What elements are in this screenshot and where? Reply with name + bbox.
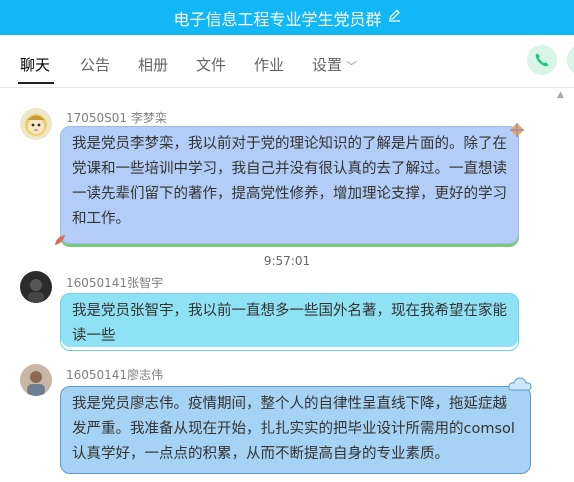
kite-icon — [510, 123, 524, 137]
avatar[interactable] — [20, 271, 52, 303]
tab-homework[interactable]: 作业 — [254, 54, 284, 75]
message-bubble[interactable]: 我是党员廖志伟。疫情期间，整个人的自律性呈直线下降，拖延症越发严重。我准备从现在… — [60, 386, 531, 474]
message-text: 我是党员李梦栾，我以前对于党的理论知识的了解是片面的。除了在党课和一些培训中学习… — [72, 136, 507, 227]
title-bar: 电子信息工程专业学生党员群 — [0, 0, 574, 35]
tab-bar: 聊天 公告 相册 文件 作业 设置 ﹀ — [0, 35, 574, 88]
message-text: 我是党员张智宇，我以前一直想多一些国外名著，现在我希望在家能读一些 — [72, 303, 507, 344]
message-bubble[interactable]: 我是党员张智宇，我以前一直想多一些国外名著，现在我希望在家能读一些 — [60, 293, 519, 351]
avatar[interactable] — [20, 364, 52, 396]
sender-name: 16050141廖志伟 — [66, 368, 164, 382]
group-title: 电子信息工程专业学生党员群 — [173, 9, 382, 29]
tab-files[interactable]: 文件 — [196, 54, 226, 75]
sender-name: 17050S01 李梦栾 — [66, 111, 167, 125]
avatar[interactable] — [20, 108, 52, 140]
tab-settings-label: 设置 — [312, 56, 343, 74]
tab-album[interactable]: 相册 — [138, 54, 168, 75]
active-tab-indicator — [18, 82, 54, 84]
chevron-down-icon: ﹀ — [346, 60, 358, 73]
phone-icon — [535, 53, 549, 67]
leaf-icon — [55, 235, 65, 245]
tab-settings[interactable]: 设置 ﹀ — [312, 54, 357, 75]
cloud-icon — [508, 377, 532, 391]
pencil-icon[interactable] — [388, 9, 401, 26]
tab-chat[interactable]: 聊天 — [20, 54, 50, 75]
sender-name: 16050141张智宇 — [66, 276, 164, 290]
chat-area[interactable]: ▲ 17050S01 李梦栾 我是党员李梦栾，我以前对于党的理论知识的了解是片面… — [0, 88, 574, 482]
tab-announcement[interactable]: 公告 — [80, 54, 110, 75]
message-timestamp: 9:57:01 — [263, 254, 311, 268]
message-text: 我是党员廖志伟。疫情期间，整个人的自律性呈直线下降，拖延症越发严重。我准备从现在… — [72, 396, 515, 462]
message-bubble[interactable]: 我是党员李梦栾，我以前对于党的理论知识的了解是片面的。除了在党课和一些培训中学习… — [60, 126, 519, 244]
more-button[interactable] — [567, 45, 574, 75]
scroll-up-icon[interactable]: ▲ — [557, 90, 564, 100]
call-button[interactable] — [527, 45, 557, 75]
